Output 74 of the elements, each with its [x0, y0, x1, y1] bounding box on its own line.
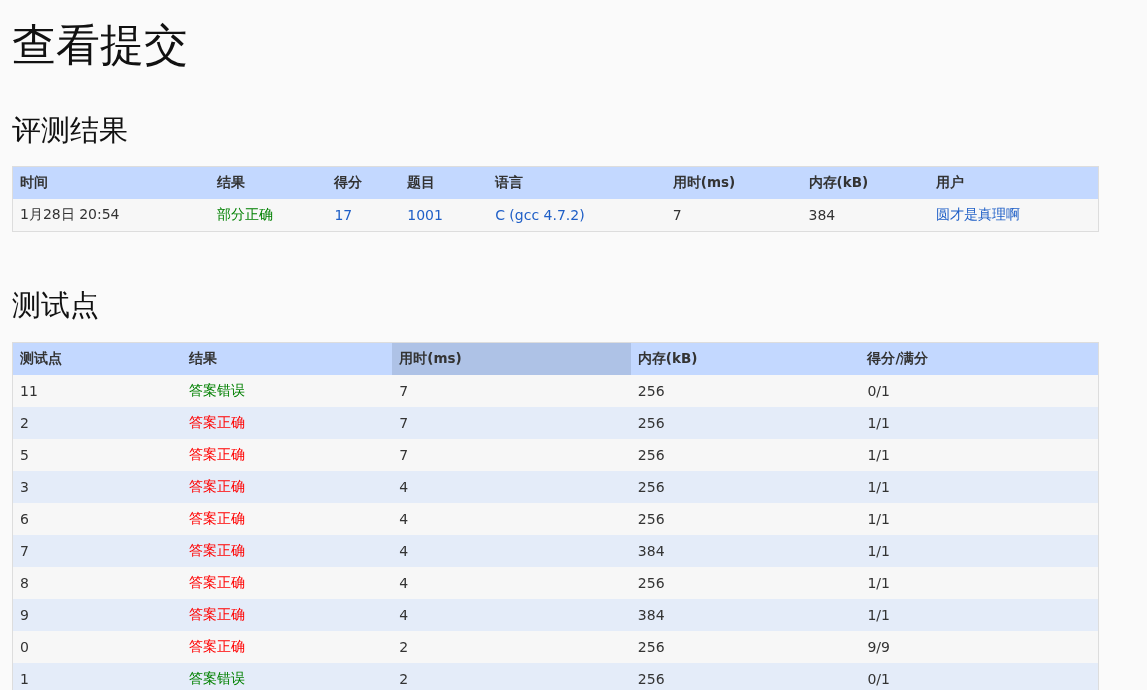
- table-cell: 7: [672, 207, 682, 223]
- table-cell: 256: [637, 447, 665, 463]
- table-cell: 1/1: [867, 543, 890, 559]
- table-cell: 6: [20, 511, 29, 527]
- table-cell: 0/1: [867, 383, 890, 399]
- table-cell: 7: [399, 447, 409, 463]
- table-cell: 5: [20, 447, 29, 463]
- table-cell: 1: [20, 671, 29, 687]
- column-header[interactable]: 测试点: [13, 343, 182, 375]
- table-cell: 1/1: [867, 607, 890, 623]
- column-header[interactable]: 内存(kB): [630, 343, 861, 375]
- table-cell: 256: [637, 415, 665, 431]
- table-cell: 1/1: [867, 415, 890, 431]
- result-status: 答案错误: [188, 670, 245, 688]
- table-cell: 1/1: [867, 479, 890, 495]
- table-cell: 2: [399, 639, 409, 655]
- column-header: 题目: [407, 174, 436, 192]
- column-header[interactable]: 得分/满分: [860, 343, 1098, 375]
- table-cell: 1/1: [867, 575, 890, 591]
- result-status: 部分正确: [216, 206, 273, 224]
- table-cell: 11: [20, 383, 38, 399]
- result-status: 答案正确: [188, 574, 245, 592]
- table-cell: 384: [808, 207, 836, 223]
- result-status: 答案正确: [188, 542, 245, 560]
- column-header: 用时(ms): [672, 174, 736, 192]
- column-header: 结果: [216, 174, 245, 192]
- result-status: 答案正确: [188, 510, 245, 528]
- table-cell: 256: [637, 383, 665, 399]
- result-status: 答案正确: [188, 478, 245, 496]
- table-cell: 0/1: [867, 671, 890, 687]
- table-cell: 1/1: [867, 511, 890, 527]
- table-link[interactable]: 1001: [407, 207, 443, 223]
- result-status: 答案正确: [188, 414, 245, 432]
- table-link[interactable]: C (gcc 4.7.2): [495, 207, 585, 223]
- table-cell: 9: [20, 607, 29, 623]
- table-cell: 2: [399, 671, 409, 687]
- table-cell: 2: [20, 415, 29, 431]
- column-header[interactable]: 用时(ms): [392, 343, 631, 375]
- table-cell: 4: [399, 543, 409, 559]
- table-cell: 3: [20, 479, 29, 495]
- section-heading: 评测结果: [12, 112, 129, 148]
- table-cell: 7: [399, 383, 409, 399]
- page-title: 查看提交: [12, 18, 189, 72]
- table-cell: 384: [637, 607, 665, 623]
- table-link[interactable]: 17: [334, 207, 353, 223]
- column-header: 时间: [20, 174, 48, 192]
- table-cell: 1/1: [867, 447, 890, 463]
- table-cell: 256: [637, 575, 665, 591]
- table-cell: 256: [637, 511, 665, 527]
- table-cell: 256: [637, 639, 665, 655]
- table-cell: 256: [637, 671, 665, 687]
- result-status: 答案正确: [188, 606, 245, 624]
- table-cell: 4: [399, 607, 409, 623]
- table-cell: 8: [20, 575, 29, 591]
- result-status: 答案正确: [188, 446, 245, 464]
- table-cell: 1月28日 20:54: [20, 206, 120, 224]
- table-cell: 256: [637, 479, 665, 495]
- column-header: 用户: [936, 174, 965, 192]
- table-cell: 9/9: [867, 639, 890, 655]
- table-cell: 4: [399, 575, 409, 591]
- column-header: 得分: [334, 174, 363, 192]
- table-cell: 384: [637, 543, 665, 559]
- table-cell: 0: [20, 639, 29, 655]
- section-heading: 测试点: [12, 287, 100, 323]
- table-cell: 7: [399, 415, 409, 431]
- result-status: 答案正确: [188, 638, 245, 656]
- column-header: 内存(kB): [808, 174, 869, 192]
- table-link[interactable]: 圆才是真理啊: [936, 206, 1021, 224]
- column-header[interactable]: 结果: [181, 343, 393, 375]
- table-cell: 4: [399, 479, 409, 495]
- table-cell: 7: [20, 543, 29, 559]
- column-header: 语言: [495, 174, 524, 192]
- result-status: 答案错误: [188, 382, 245, 400]
- table-cell: 4: [399, 511, 409, 527]
